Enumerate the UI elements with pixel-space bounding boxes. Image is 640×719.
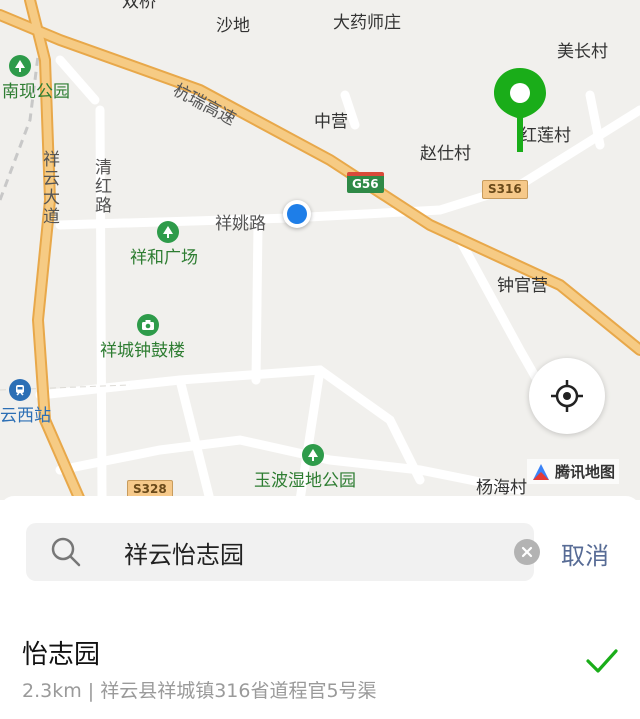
search-input[interactable]: [124, 523, 504, 581]
shield-s316: S316: [482, 180, 528, 199]
search-icon: [51, 537, 81, 567]
map-provider-logo-text: 腾讯地图: [555, 463, 616, 481]
tencent-map-logo-icon: [533, 463, 549, 480]
result-subtitle: 2.3km | 祥云县祥城镇316省道程官5号渠: [22, 680, 377, 702]
crosshair-icon: [551, 380, 583, 412]
map-label-zhongguanying: 钟官营: [497, 276, 548, 296]
locate-me-button[interactable]: [529, 358, 605, 434]
search-bar[interactable]: [26, 523, 540, 581]
map-label-xiangcheng-bell-drum-tower: 祥城钟鼓楼: [100, 341, 185, 361]
map-label-qinghong-road: 清红路: [91, 158, 111, 215]
park-icon: [157, 221, 179, 243]
map-pin-icon[interactable]: [492, 66, 548, 154]
result-title: 怡志园: [22, 640, 101, 670]
current-location-dot: [283, 200, 311, 228]
map-provider-logo: 腾讯地图: [527, 459, 620, 484]
clear-search-button[interactable]: [514, 539, 540, 565]
camera-icon: [137, 314, 159, 336]
map-label-yanghaicun: 杨海村: [476, 478, 527, 498]
map-label-xiangyao-road: 祥姚路: [215, 214, 266, 234]
map-label-yubo-wetland-park: 玉波湿地公园: [254, 471, 356, 491]
shield-g56: G56: [347, 172, 384, 193]
map-label-zhongying: 中营: [314, 112, 348, 132]
map-label-shadi: 沙地: [216, 16, 250, 36]
map-label-xiangyun-avenue: 祥云大道: [39, 150, 59, 226]
map-view[interactable]: 双桥 沙地 大药师庄 美长村 南现公园 杭瑞高速 中营 红莲村 赵仕村 G56 …: [0, 0, 640, 500]
map-label-xianghe-square: 祥和广场: [130, 248, 198, 268]
map-label-yunxi-station: 云西站: [0, 406, 51, 426]
map-label-zhaoshicun: 赵仕村: [420, 144, 471, 164]
cancel-button[interactable]: 取消: [561, 536, 609, 571]
park-icon: [302, 444, 324, 466]
park-icon: [9, 55, 31, 77]
map-label-meichangcun: 美长村: [557, 42, 608, 62]
map-label-shuangqiao: 双桥: [122, 0, 156, 12]
search-sheet: 取消 怡志园 2.3km | 祥云县祥城镇316省道程官5号渠: [0, 496, 640, 719]
close-icon: [521, 546, 533, 558]
checkmark-icon: [586, 649, 618, 673]
result-list-item[interactable]: 怡志园 2.3km | 祥云县祥城镇316省道程官5号渠: [0, 616, 640, 716]
map-label-dayaoshizhuang: 大药师庄: [333, 13, 401, 33]
map-label-nanxian-park: 南现公园: [2, 82, 70, 102]
train-station-icon: [9, 379, 31, 401]
